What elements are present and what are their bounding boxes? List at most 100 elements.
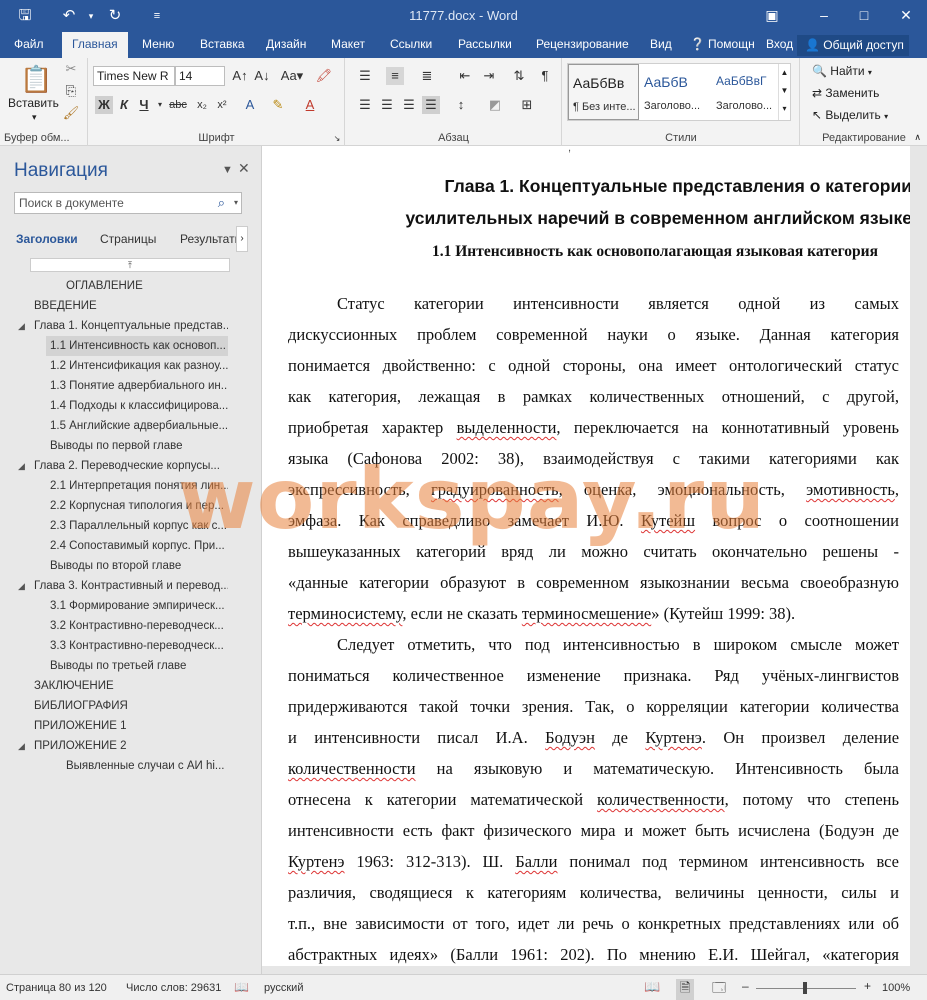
increase-indent-icon[interactable]: ⇥ xyxy=(480,67,498,85)
misspelled-word[interactable]: количественности xyxy=(597,790,725,809)
shrink-font-icon[interactable]: A↓ xyxy=(253,67,271,85)
tell-me-icon[interactable]: ❔ xyxy=(690,32,705,58)
align-center-icon[interactable]: ☰ xyxy=(378,96,396,114)
tab-review[interactable]: Рецензирование xyxy=(536,32,629,58)
justify-icon[interactable]: ☰ xyxy=(422,96,440,114)
nav-heading-item[interactable]: 3.1 Формирование эмпирическ... xyxy=(46,596,228,616)
document-page[interactable]: , Глава 1. Концептуальные представления … xyxy=(262,146,912,966)
tab-menu[interactable]: Меню xyxy=(142,32,174,58)
close-icon[interactable]: ✕ xyxy=(894,4,918,26)
nav-heading-item[interactable]: Глава 2. Переводческие корпусы... xyxy=(30,456,228,476)
tab-design[interactable]: Дизайн xyxy=(266,32,306,58)
maximize-icon[interactable]: □ xyxy=(852,4,876,26)
style-no-spacing[interactable]: АаБбВв ¶ Без инте... xyxy=(568,64,639,120)
misspelled-word[interactable]: Балли xyxy=(515,852,557,871)
subscript-icon[interactable]: x₂ xyxy=(193,96,211,114)
font-dialog-launcher-icon[interactable]: ↘ xyxy=(332,134,342,144)
share-button[interactable]: 👤 Общий доступ xyxy=(797,35,909,56)
bold-icon[interactable]: Ж xyxy=(95,96,113,114)
grow-font-icon[interactable]: A↑ xyxy=(231,67,249,85)
minimize-icon[interactable]: – xyxy=(812,4,836,26)
strikethrough-icon[interactable]: abc xyxy=(169,96,187,114)
word-count[interactable]: Число слов: 29631 xyxy=(126,982,221,994)
decrease-indent-icon[interactable]: ⇤ xyxy=(456,67,474,85)
nav-heading-item[interactable]: 3.3 Контрастивно-переводческ... xyxy=(46,636,228,656)
misspelled-word[interactable]: выделенности xyxy=(457,418,557,437)
nav-heading-item[interactable]: ПРИЛОЖЕНИЕ 2 xyxy=(30,736,228,756)
font-size-box[interactable]: 14 xyxy=(175,66,225,86)
read-mode-icon[interactable]: 📖 xyxy=(644,979,660,995)
tab-signin[interactable]: Вход xyxy=(766,32,793,58)
vertical-scrollbar[interactable] xyxy=(910,146,927,974)
find-button[interactable]: 🔍 Найти ▾ xyxy=(812,64,872,78)
nav-tab-headings[interactable]: Заголовки xyxy=(16,232,78,246)
borders-icon[interactable]: ⊞ xyxy=(518,96,536,114)
nav-heading-item[interactable]: 2.4 Сопоставимый корпус. При... xyxy=(46,536,228,556)
tab-help[interactable]: Помощн xyxy=(708,32,755,58)
select-button[interactable]: ↖ Выделить ▾ xyxy=(812,108,888,122)
nav-tab-results[interactable]: Результаты xyxy=(180,232,236,246)
format-painter-icon[interactable]: 🖌 xyxy=(62,104,80,122)
print-layout-icon[interactable]: 🗎 xyxy=(676,979,695,1000)
nav-heading-item[interactable]: Выводы по третьей главе xyxy=(46,656,228,676)
underline-dropdown-icon[interactable]: ▾ xyxy=(151,96,169,114)
nav-heading-item[interactable]: 1.1 Интенсивность как основоп... xyxy=(46,336,228,356)
misspelled-word[interactable]: терминосистему xyxy=(288,604,402,623)
nav-heading-item[interactable]: ЗАКЛЮЧЕНИЕ xyxy=(30,676,228,696)
paste-label[interactable]: Вставить xyxy=(8,96,59,110)
zoom-out-icon[interactable]: – xyxy=(742,979,749,993)
collapse-ribbon-icon[interactable]: ∧ xyxy=(914,132,921,143)
misspelled-word[interactable]: Куртенэ xyxy=(288,852,345,871)
misspelled-word[interactable]: Бодуэн xyxy=(545,728,595,747)
nav-heading-item[interactable]: 2.1 Интерпретация понятия лин... xyxy=(46,476,228,496)
show-formatting-marks-icon[interactable]: ¶ xyxy=(536,67,554,85)
nav-tab-scroll-right-icon[interactable]: › xyxy=(236,226,248,252)
nav-heading-item[interactable]: 2.3 Параллельный корпус как с... xyxy=(46,516,228,536)
language[interactable]: русский xyxy=(264,982,303,994)
search-dropdown-icon[interactable]: ▾ xyxy=(234,193,238,213)
nav-heading-item[interactable]: ПРИЛОЖЕНИЕ 1 xyxy=(30,716,228,736)
font-name-box[interactable]: Times New R xyxy=(93,66,175,86)
tab-view[interactable]: Вид xyxy=(650,32,672,58)
cut-icon[interactable]: ✂ xyxy=(62,60,80,78)
styles-scroll[interactable]: ▲ ▼ ▾ xyxy=(778,64,790,120)
font-color-icon[interactable]: A xyxy=(301,96,319,114)
nav-heading-item[interactable]: ВВЕДЕНИЕ xyxy=(30,296,228,316)
style-heading-1[interactable]: АаБбВ Заголово... xyxy=(640,64,711,120)
italic-icon[interactable]: К xyxy=(115,96,133,114)
multilevel-list-icon[interactable]: ≣ xyxy=(418,67,436,85)
zoom-in-icon[interactable]: + xyxy=(864,979,871,993)
nav-tab-pages[interactable]: Страницы xyxy=(100,232,156,246)
paste-dropdown-icon[interactable]: ▾ xyxy=(32,112,37,123)
nav-heading-item[interactable]: Выводы по второй главе xyxy=(46,556,228,576)
copy-icon[interactable]: ⎘ xyxy=(62,82,80,100)
highlight-icon[interactable]: ✎ xyxy=(269,96,287,114)
change-case-icon[interactable]: Aa▾ xyxy=(279,67,305,85)
nav-heading-item[interactable]: Глава 3. Контрастивный и перевод... xyxy=(30,576,228,596)
nav-collapse-all-icon[interactable]: ⤒ xyxy=(30,258,230,272)
web-layout-icon[interactable]: 🗔 xyxy=(712,979,726,1000)
nav-heading-item[interactable]: Выводы по первой главе xyxy=(46,436,228,456)
nav-heading-item[interactable]: 1.3 Понятие адвербиального ин... xyxy=(46,376,228,396)
shading-icon[interactable]: ◩ xyxy=(486,96,504,114)
nav-heading-item[interactable]: 1.4 Подходы к классифицирова... xyxy=(46,396,228,416)
misspelled-word[interactable]: Куртенэ xyxy=(645,728,702,747)
misspelled-word[interactable]: эмотивность xyxy=(806,480,895,499)
zoom-level[interactable]: 100% xyxy=(882,982,910,994)
zoom-slider-thumb[interactable] xyxy=(803,982,807,994)
collapse-arrow-icon[interactable]: ◢ xyxy=(18,576,25,596)
clear-formatting-icon[interactable]: 🖍 xyxy=(315,67,333,85)
nav-close-icon[interactable]: ✕ xyxy=(238,160,250,177)
numbering-icon[interactable]: ≡ xyxy=(386,67,404,85)
tab-file[interactable]: Файл xyxy=(14,32,44,58)
misspelled-word[interactable]: градуированность xyxy=(431,480,559,499)
nav-heading-item[interactable]: 1.5 Английские адвербиальные... xyxy=(46,416,228,436)
nav-search-input[interactable]: Поиск в документе ⌕ ▾ xyxy=(14,192,242,214)
style-heading-2[interactable]: АаБбВвГ Заголово... xyxy=(712,64,783,120)
collapse-arrow-icon[interactable]: ◢ xyxy=(18,316,25,336)
superscript-icon[interactable]: x² xyxy=(213,96,231,114)
bullets-icon[interactable]: ☰ xyxy=(356,67,374,85)
misspelled-word[interactable]: количественности xyxy=(288,759,416,778)
nav-heading-item[interactable]: 2.2 Корпусная типология и пер... xyxy=(46,496,228,516)
nav-heading-item[interactable]: 3.2 Контрастивно-переводческ... xyxy=(46,616,228,636)
